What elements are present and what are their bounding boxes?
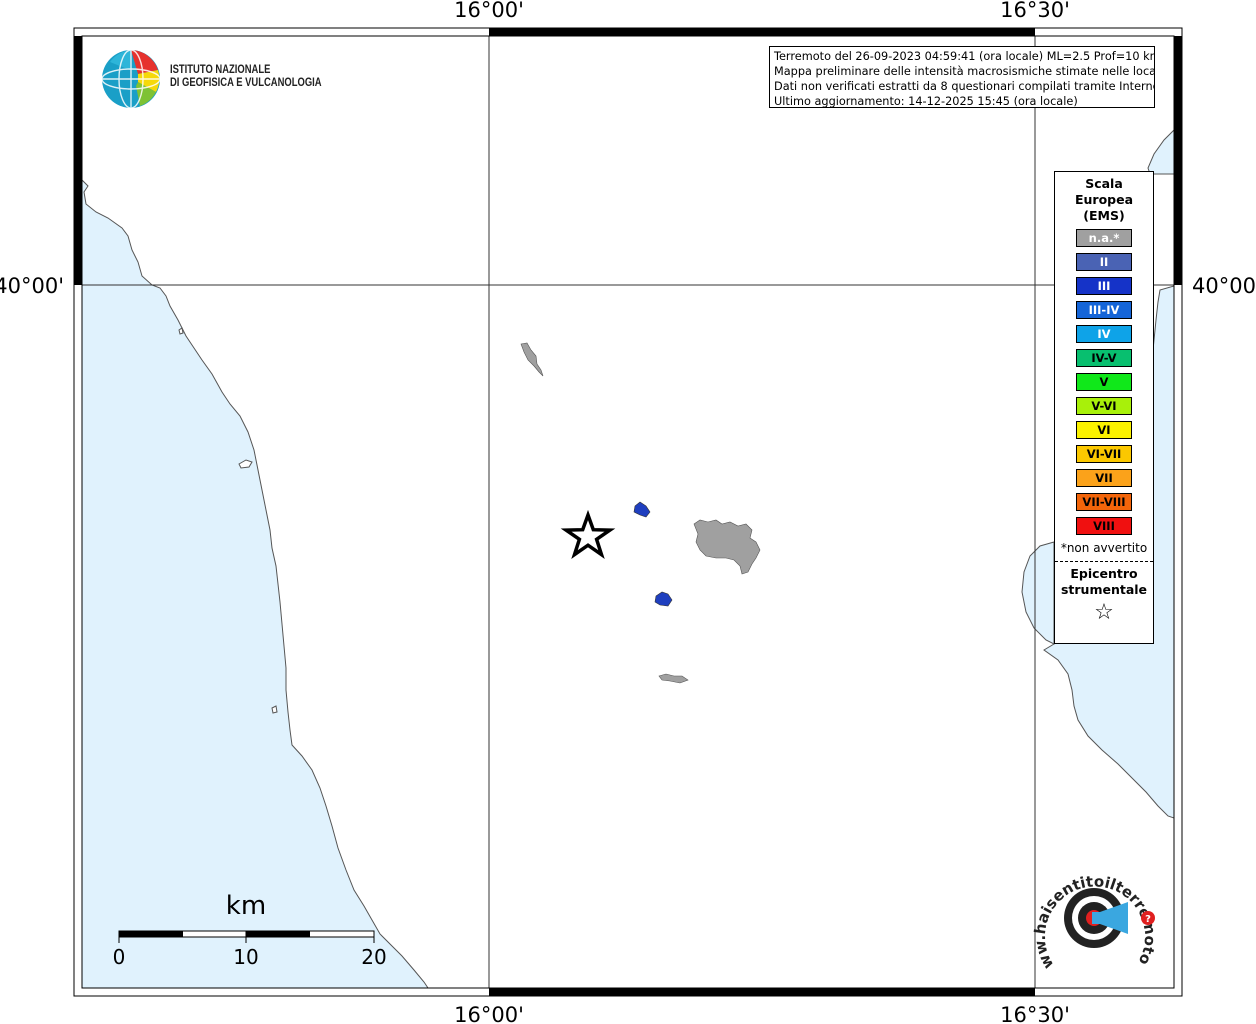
scale-bar-unit: km: [226, 891, 266, 921]
legend-item: V-VI: [1076, 397, 1132, 415]
frame-segment: [489, 28, 1035, 36]
scale-bar-tick-10: 10: [233, 945, 258, 969]
legend-item: III: [1076, 277, 1132, 295]
ingv-globe-icon: [101, 49, 161, 109]
legend-epicenter-line2: strumentale: [1060, 582, 1148, 597]
legend-title-line3: (EMS): [1083, 208, 1125, 223]
ingv-logo-line1: ISTITUTO NAZIONALE: [170, 64, 271, 76]
frame-segment: [489, 988, 1035, 996]
legend-item: n.a.*: [1076, 229, 1132, 247]
frame-segment: [74, 36, 82, 285]
legend-item: IV: [1076, 325, 1132, 343]
ingv-logo: ISTITUTO NAZIONALE DI GEOFISICA E VULCAN…: [100, 48, 322, 110]
legend-epicenter-label: Epicentro strumentale: [1055, 566, 1153, 598]
legend-item: II: [1076, 253, 1132, 271]
frame-segment: [1174, 36, 1182, 285]
legend-item: III-IV: [1076, 301, 1132, 319]
legend-title-line1: Scala: [1085, 176, 1123, 191]
lat-label-left: 40°00': [0, 274, 64, 298]
lon-label-bottom-right: 16°30': [1000, 1003, 1070, 1024]
scale-bar-tick-20: 20: [361, 945, 386, 969]
legend-note: *non avvertito: [1060, 541, 1148, 555]
scale-bar-tick-0: 0: [113, 945, 126, 969]
legend-item: VI-VII: [1076, 445, 1132, 463]
legend-item: VIII: [1076, 517, 1132, 535]
legend-item: IV-V: [1076, 349, 1132, 367]
event-info-line4: Ultimo aggiornamento: 14-12-2025 15:45 (…: [774, 95, 1078, 108]
legend-title-line2: Europea: [1074, 192, 1134, 207]
legend-item: VI: [1076, 421, 1132, 439]
event-info-line2: Mappa preliminare delle intensità macros…: [774, 65, 1155, 78]
event-info-line1: Terremoto del 26-09-2023 04:59:41 (ora l…: [774, 50, 1155, 63]
lon-label-top-right: 16°30': [1000, 0, 1070, 22]
haisentito-badge[interactable]: www.haisentitoilterremoto.it ?: [1030, 858, 1158, 986]
legend-item: V: [1076, 373, 1132, 391]
lon-label-bottom-left: 16°00': [454, 1003, 524, 1024]
legend-item: VII-VIII: [1076, 493, 1132, 511]
legend-items: n.a.* II III III-IV IV IV-V V V-VI VI VI-VII VII VI…: [1055, 229, 1153, 535]
lon-label-top-left: 16°00': [454, 0, 524, 22]
legend-divider: [1055, 561, 1153, 562]
event-info-box: Terremoto del 26-09-2023 04:59:41 (ora l…: [769, 46, 1155, 108]
event-info-line3: Dati non verificati estratti da 8 questi…: [774, 80, 1155, 93]
lat-label-right: 40°00': [1192, 274, 1256, 298]
svg-text:?: ?: [1145, 914, 1151, 925]
legend-item: VII: [1076, 469, 1132, 487]
ingv-logo-line2: DI GEOFISICA E VULCANOLOGIA: [170, 77, 322, 89]
legend-epicenter-line1: Epicentro: [1070, 566, 1138, 581]
legend-star-icon: ☆: [1094, 600, 1114, 625]
ems-legend: Scala Europea (EMS) n.a.* II III III-IV IV IV…: [1054, 171, 1154, 644]
legend-title: Scala Europea (EMS): [1055, 176, 1153, 224]
